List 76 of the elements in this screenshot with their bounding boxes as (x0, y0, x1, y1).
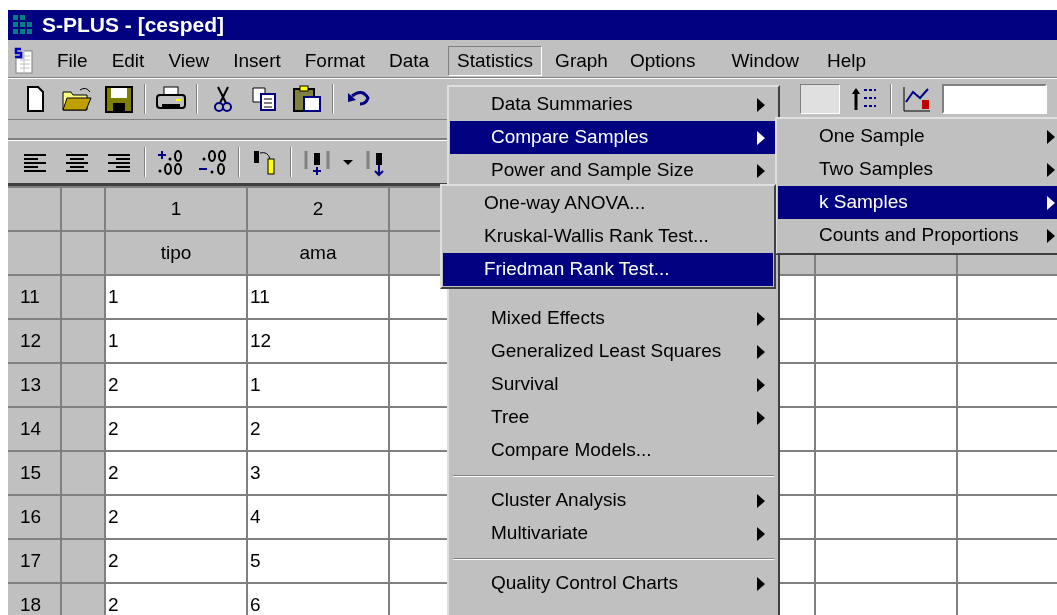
row-marker-cell (62, 408, 104, 450)
table-cell: 2 (106, 364, 246, 406)
row-header: 11 (8, 276, 60, 318)
table-cell: 1 (106, 320, 246, 362)
menu-item[interactable]: Format (295, 46, 374, 76)
header-cell (8, 188, 60, 230)
menu-item[interactable]: Compare Samples (450, 121, 777, 154)
menu-item[interactable]: Power and Sample Size (450, 154, 777, 187)
table-cell: 3 (248, 452, 388, 494)
window-title: S-PLUS - [cesped] (42, 12, 225, 39)
toolbar-toggle-button[interactable] (800, 84, 840, 114)
row-header: 18 (8, 584, 60, 615)
menu-item[interactable]: One-way ANOVA... (443, 187, 773, 220)
menu-item[interactable]: Options (620, 46, 705, 76)
table-cell: 11 (248, 276, 388, 318)
header-cell (62, 188, 104, 230)
table-cell: 12 (248, 320, 388, 362)
row-header: 16 (8, 496, 60, 538)
table-cell: 5 (248, 540, 388, 582)
table-cell: 4 (248, 496, 388, 538)
app-icon (12, 14, 34, 36)
row-header: 17 (8, 540, 60, 582)
model-type-field[interactable] (942, 84, 1047, 114)
menu-item[interactable]: Cluster Analysis (450, 484, 777, 517)
menu-item[interactable]: Kruskal-Wallis Rank Test... (443, 220, 773, 253)
save-icon[interactable] (102, 84, 136, 114)
menu-item[interactable]: Mixed Effects (450, 302, 777, 335)
header-cell: tipo (106, 232, 246, 274)
table-cell: 2 (106, 496, 246, 538)
table-cell: 6 (248, 584, 388, 615)
menu-item[interactable]: Tree (450, 401, 777, 434)
row-header: 13 (8, 364, 60, 406)
menu-item[interactable]: Data Summaries (450, 88, 777, 121)
menu-item[interactable]: Graph (546, 46, 617, 76)
menu-item[interactable]: Data (379, 46, 439, 76)
table-cell: 2 (106, 452, 246, 494)
menu-item[interactable]: Counts and Proportions (778, 219, 1057, 252)
menu-item[interactable]: Two Samples (778, 153, 1057, 186)
row-marker-cell (62, 276, 104, 318)
menu-item[interactable]: Survival (450, 368, 777, 401)
row-marker-cell (62, 364, 104, 406)
menu-item[interactable]: One Sample (778, 120, 1057, 153)
table-cell: 1 (248, 364, 388, 406)
table-cell: 2 (106, 584, 246, 615)
row-marker-cell (62, 320, 104, 362)
menu-item[interactable]: Compare Models... (450, 434, 777, 467)
row-header: 15 (8, 452, 60, 494)
row-marker-cell (62, 584, 104, 615)
row-header: 14 (8, 408, 60, 450)
row-marker-cell (62, 452, 104, 494)
menu-item[interactable]: Help (818, 46, 876, 76)
paste-icon[interactable] (290, 84, 324, 114)
table-cell: 2 (106, 408, 246, 450)
menu-item[interactable]: Insert (224, 46, 290, 76)
row-marker-cell (62, 496, 104, 538)
menu-item[interactable]: Generalized Least Squares (450, 335, 777, 368)
header-cell (8, 232, 60, 274)
document-icon[interactable] (12, 47, 36, 75)
menu-item[interactable]: Window (722, 46, 808, 76)
menu-item[interactable]: Statistics (448, 46, 543, 76)
header-cell: 2 (248, 188, 388, 230)
menu-item[interactable]: k Samples (778, 186, 1057, 219)
table-cell: 2 (248, 408, 388, 450)
header-cell (62, 232, 104, 274)
menu-item[interactable]: Quality Control Charts (450, 567, 777, 600)
table-cell: 1 (106, 276, 246, 318)
header-cell: ama (248, 232, 388, 274)
menu-item[interactable]: Multivariate (450, 517, 777, 550)
header-cell: 1 (106, 188, 246, 230)
menu-item[interactable]: Friedman Rank Test... (443, 253, 773, 286)
menu-item[interactable]: File (48, 46, 97, 76)
menu-item[interactable]: Edit (102, 46, 154, 76)
row-header: 12 (8, 320, 60, 362)
row-marker-cell (62, 540, 104, 582)
table-cell: 2 (106, 540, 246, 582)
menu-item[interactable]: View (159, 46, 219, 76)
